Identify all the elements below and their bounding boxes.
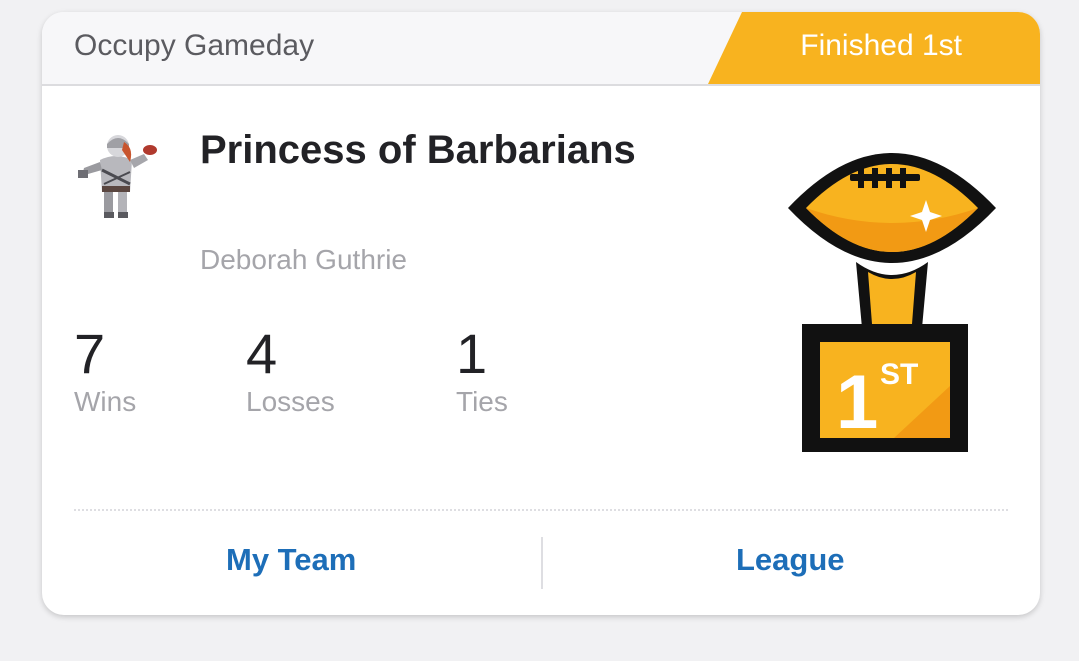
league-result-card: Occupy Gameday Finished 1st Princess of … xyxy=(42,12,1040,615)
losses-label: Losses xyxy=(246,386,335,417)
losses-value: 4 xyxy=(246,322,278,385)
league-name: Occupy Gameday xyxy=(74,29,315,62)
trophy-place-number: 1 xyxy=(836,360,878,445)
stat-losses: 4 Losses xyxy=(246,324,335,418)
owner-name: Deborah Guthrie xyxy=(200,244,408,275)
league-link[interactable]: League xyxy=(736,542,845,578)
stat-wins: 7 Wins xyxy=(74,324,136,418)
team-name: Princess of Barbarians xyxy=(200,128,636,172)
my-team-link[interactable]: My Team xyxy=(226,542,356,578)
stat-ties: 1 Ties xyxy=(456,324,508,418)
wins-value: 7 xyxy=(74,322,106,385)
footer-separator xyxy=(541,537,543,589)
card-header: Occupy Gameday Finished 1st xyxy=(42,12,1040,86)
ties-value: 1 xyxy=(456,322,488,385)
finish-badge-label: Finished 1st xyxy=(800,29,962,62)
card-divider xyxy=(74,509,1008,511)
trophy-place-suffix: ST xyxy=(880,358,918,391)
wins-label: Wins xyxy=(74,386,137,417)
first-place-trophy: 1 ST xyxy=(784,138,1000,458)
barbarian-princess-avatar-icon xyxy=(78,135,157,218)
first-place-football-trophy-icon: 1 ST xyxy=(788,153,996,458)
ties-label: Ties xyxy=(456,386,508,417)
team-avatar xyxy=(74,126,170,222)
